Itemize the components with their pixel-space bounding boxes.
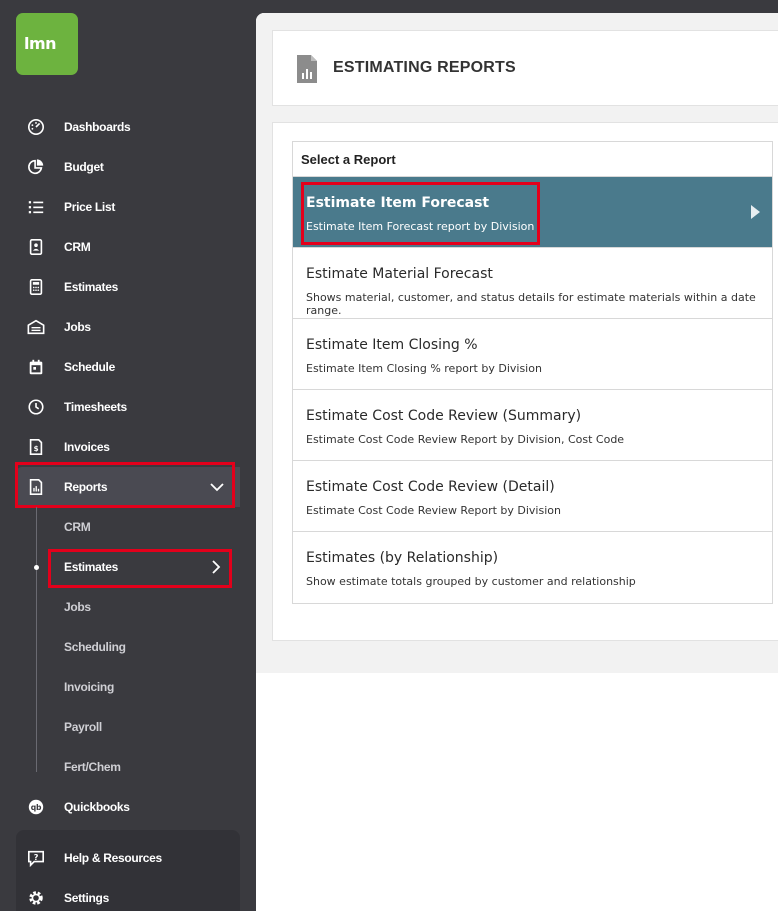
caret-right-icon — [751, 205, 760, 219]
sidebar-item-label: Schedule — [64, 360, 115, 374]
report-description: Show estimate totals grouped by customer… — [306, 575, 636, 588]
content-area: ESTIMATING REPORTS Select a Report Estim… — [256, 13, 778, 673]
sidebar-item-label: Settings — [64, 891, 109, 905]
dashboard-icon — [26, 117, 46, 137]
sidebar-item-help[interactable]: ? Help & Resources — [16, 838, 240, 878]
report-row-cost-code-summary[interactable]: Estimate Cost Code Review (Summary) Esti… — [293, 390, 772, 461]
report-description: Estimate Cost Code Review Report by Divi… — [306, 504, 561, 517]
logo-text: lmn — [24, 34, 57, 53]
lmn-logo[interactable]: lmn — [16, 13, 78, 75]
chevron-down-icon[interactable] — [208, 478, 226, 496]
sidebar-item-label: Budget — [64, 160, 104, 174]
calendar-icon — [26, 357, 46, 377]
list-header: Select a Report — [293, 142, 772, 177]
sidebar-item-jobs[interactable]: Jobs — [16, 307, 240, 347]
submenu-item-invoicing[interactable]: Invoicing — [64, 667, 114, 707]
sidebar-item-label: Help & Resources — [64, 851, 162, 865]
report-panel: Select a Report Estimate Item Forecast E… — [272, 122, 778, 641]
sidebar-item-label: CRM — [64, 240, 91, 254]
report-document-icon — [297, 55, 317, 83]
submenu-active-dot — [34, 565, 39, 570]
sidebar-item-dashboards[interactable]: Dashboards — [16, 107, 240, 147]
report-description: Estimate Item Forecast report by Divisio… — [306, 220, 535, 233]
submenu-line — [36, 507, 37, 772]
sidebar-item-label: Jobs — [64, 320, 91, 334]
sidebar-item-label: Reports — [64, 480, 108, 494]
submenu-item-jobs[interactable]: Jobs — [64, 587, 91, 627]
gear-icon — [26, 888, 46, 908]
sidebar-item-label: Quickbooks — [64, 800, 130, 814]
submenu-item-payroll[interactable]: Payroll — [64, 707, 102, 747]
submenu-item-fert-chem[interactable]: Fert/Chem — [64, 747, 121, 787]
report-row-estimate-material-forecast[interactable]: Estimate Material Forecast Shows materia… — [293, 248, 772, 319]
page-header: ESTIMATING REPORTS — [272, 30, 778, 106]
submenu-item-estimates[interactable]: Estimates — [64, 547, 224, 587]
sidebar-item-settings[interactable]: Settings — [16, 878, 240, 911]
submenu-item-label: Estimates — [64, 560, 118, 574]
sidebar-item-timesheets[interactable]: Timesheets — [16, 387, 240, 427]
submenu-item-crm[interactable]: CRM — [64, 507, 91, 547]
svg-text:qb: qb — [31, 803, 42, 812]
submenu-item-scheduling[interactable]: Scheduling — [64, 627, 126, 667]
report-description: Estimate Item Closing % report by Divisi… — [306, 362, 542, 375]
report-title: Estimate Material Forecast — [306, 266, 493, 282]
report-title: Estimate Item Closing % — [306, 337, 478, 353]
sidebar-item-estimates[interactable]: Estimates — [16, 267, 240, 307]
report-row-estimate-item-closing[interactable]: Estimate Item Closing % Estimate Item Cl… — [293, 319, 772, 390]
sidebar-item-label: Timesheets — [64, 400, 127, 414]
calculator-icon — [26, 277, 46, 297]
report-list: Select a Report Estimate Item Forecast E… — [292, 141, 773, 604]
report-title: Estimates (by Relationship) — [306, 550, 499, 566]
contact-card-icon — [26, 237, 46, 257]
report-title: Estimate Cost Code Review (Detail) — [306, 479, 555, 495]
sidebar: lmn Dashboards Budget Price List CRM Est… — [0, 0, 256, 911]
report-icon — [26, 477, 46, 497]
report-title: Estimate Cost Code Review (Summary) — [306, 408, 582, 424]
sidebar-item-price-list[interactable]: Price List — [16, 187, 240, 227]
sidebar-item-budget[interactable]: Budget — [16, 147, 240, 187]
report-row-estimate-item-forecast[interactable]: Estimate Item Forecast Estimate Item For… — [293, 177, 772, 248]
page-title: ESTIMATING REPORTS — [333, 59, 516, 76]
sidebar-item-label: Invoices — [64, 440, 110, 454]
main-content: ESTIMATING REPORTS Select a Report Estim… — [256, 13, 778, 911]
svg-text:$: $ — [34, 444, 39, 453]
report-title: Estimate Item Forecast — [306, 195, 490, 211]
sidebar-item-schedule[interactable]: Schedule — [16, 347, 240, 387]
sidebar-item-invoices[interactable]: $ Invoices — [16, 427, 240, 467]
list-icon — [26, 197, 46, 217]
svg-text:?: ? — [34, 852, 39, 862]
sidebar-item-reports[interactable]: Reports — [16, 467, 240, 507]
quickbooks-icon: qb — [26, 797, 46, 817]
help-icon: ? — [26, 848, 46, 868]
report-description: Shows material, customer, and status det… — [306, 291, 756, 317]
sidebar-item-label: Estimates — [64, 280, 118, 294]
chevron-right-icon — [212, 560, 221, 574]
invoice-icon: $ — [26, 437, 46, 457]
report-row-estimates-by-relationship[interactable]: Estimates (by Relationship) Show estimat… — [293, 532, 772, 603]
report-description: Estimate Cost Code Review Report by Divi… — [306, 433, 625, 446]
sidebar-item-crm[interactable]: CRM — [16, 227, 240, 267]
clock-icon — [26, 397, 46, 417]
sidebar-item-quickbooks[interactable]: qb Quickbooks — [16, 787, 240, 827]
sidebar-item-label: Dashboards — [64, 120, 131, 134]
pie-chart-icon — [26, 157, 46, 177]
report-row-cost-code-detail[interactable]: Estimate Cost Code Review (Detail) Estim… — [293, 461, 772, 532]
sidebar-item-label: Price List — [64, 200, 116, 214]
garage-icon — [26, 317, 46, 337]
